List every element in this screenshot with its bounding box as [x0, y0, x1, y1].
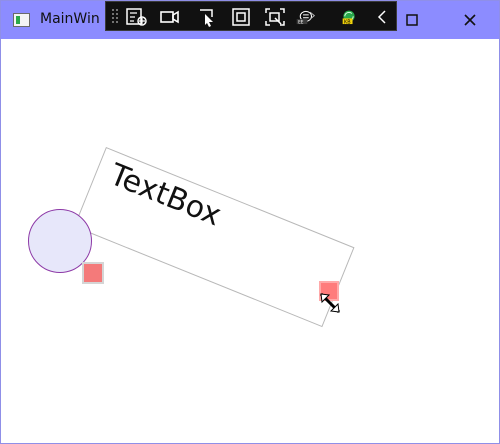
title-bar[interactable]: MainWin EE KB	[1, 1, 499, 39]
adorner-icon[interactable]	[227, 4, 255, 30]
resize-cursor-icon	[319, 292, 341, 314]
select-pointer-icon	[200, 9, 213, 27]
bindings-icon[interactable]: EE	[291, 4, 325, 30]
toolbar-grip[interactable]	[111, 8, 119, 25]
canvas-area: TextBox	[1, 39, 499, 443]
live-tree-icon	[126, 8, 147, 26]
main-window: MainWin EE KB TextBox	[0, 0, 500, 444]
bindings-icon: EE	[296, 10, 316, 24]
preview-icon	[265, 8, 285, 26]
runtime-debug-toolbar: EE KB	[105, 1, 397, 31]
camera-icon	[160, 10, 179, 24]
hot-reload-badge-text: KB	[344, 19, 351, 25]
rotated-textbox[interactable]: TextBox	[73, 147, 355, 328]
select-pointer-icon[interactable]	[195, 4, 223, 30]
preview-icon[interactable]	[261, 4, 289, 30]
adorner-icon	[232, 8, 250, 26]
maximize-button[interactable]	[389, 1, 435, 39]
resize-thumb-left[interactable]	[82, 262, 104, 284]
camera-icon[interactable]	[156, 4, 184, 30]
maximize-icon	[406, 14, 418, 26]
bindings-badge-text: EE	[298, 19, 304, 24]
app-icon	[13, 13, 30, 27]
live-tree-icon[interactable]	[122, 4, 150, 30]
close-icon	[464, 14, 476, 26]
textbox-text[interactable]: TextBox	[105, 157, 226, 233]
hot-reload-icon: KB	[342, 10, 355, 25]
close-button[interactable]	[447, 1, 493, 39]
hot-reload-icon[interactable]: KB	[332, 4, 366, 30]
window-title: MainWin	[40, 11, 100, 27]
